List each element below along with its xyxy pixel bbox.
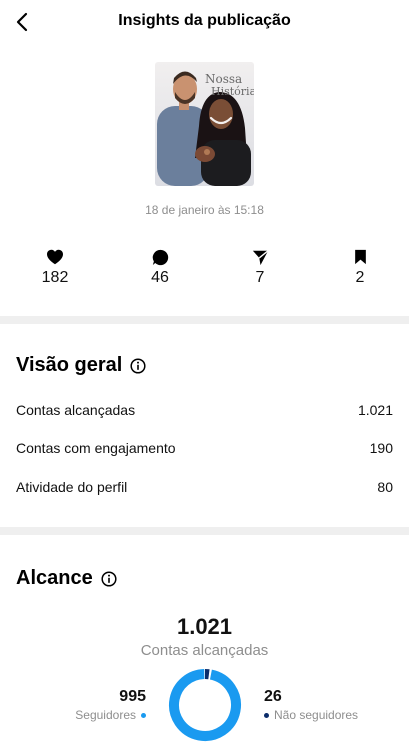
comments-stat: 46 [130, 248, 190, 287]
shares-count: 7 [255, 269, 265, 286]
non-followers-label: Não seguidores [274, 708, 359, 722]
comments-count: 46 [151, 269, 169, 286]
overview-row-profile-activity[interactable]: Atividade do perfil 80 [16, 475, 393, 499]
comment-icon [152, 249, 168, 265]
shares-stat: 7 [230, 248, 290, 287]
non-followers-count: 26 [264, 688, 282, 705]
post-photo: Nossa História [155, 62, 254, 186]
reach-title-text: Alcance [16, 567, 93, 589]
photo-caption-line1: Nossa [205, 72, 242, 86]
non-followers-split: 26 Não seguidores [264, 688, 358, 722]
followers-legend-dot [141, 712, 146, 718]
likes-stat: 182 [25, 248, 85, 287]
photo-caption-line2: História [211, 85, 254, 98]
non-followers-legend-dot [264, 712, 269, 718]
reach-total: 1.021 [176, 614, 233, 639]
overview-title-text: Visão geral [16, 354, 123, 376]
post-thumbnail[interactable]: Nossa História [155, 62, 254, 186]
row-value: 1.021 [357, 402, 393, 418]
non-followers-label-row: Não seguidores [264, 708, 358, 722]
likes-count: 182 [41, 269, 69, 286]
bookmark-icon [354, 249, 366, 265]
info-icon[interactable] [101, 570, 117, 587]
followers-count: 995 [119, 688, 146, 705]
row-value: 80 [377, 479, 393, 495]
overview-row-accounts-reached[interactable]: Contas alcançadas 1.021 [16, 398, 393, 422]
overview-row-accounts-engaged[interactable]: Contas com engajamento 190 [16, 436, 393, 460]
section-divider [0, 316, 409, 324]
engagement-stats: 182 46 7 2 [0, 248, 409, 292]
heart-icon [47, 249, 63, 265]
reach-title: Alcance [16, 567, 117, 590]
share-icon [252, 249, 269, 265]
row-value: 190 [369, 440, 393, 456]
saves-count: 2 [355, 269, 365, 286]
overview-title: Visão geral [16, 354, 146, 377]
reach-caption: Contas alcançadas [140, 642, 269, 659]
row-label: Atividade do perfil [16, 479, 128, 495]
followers-label: Seguidores [75, 708, 136, 722]
page-title: Insights da publicação [118, 12, 291, 29]
section-divider [0, 527, 409, 535]
saves-stat: 2 [330, 248, 390, 287]
row-label: Contas com engajamento [16, 440, 176, 456]
top-bar: Insights da publicação [0, 0, 409, 44]
reach-donut-chart [169, 669, 241, 741]
row-label: Contas alcançadas [16, 402, 136, 418]
followers-split: 995 Seguidores [75, 688, 146, 722]
followers-arc [169, 669, 241, 741]
info-icon[interactable] [130, 357, 146, 374]
post-date: 18 de janeiro às 15:18 [145, 203, 264, 217]
followers-label-row: Seguidores [75, 708, 146, 722]
